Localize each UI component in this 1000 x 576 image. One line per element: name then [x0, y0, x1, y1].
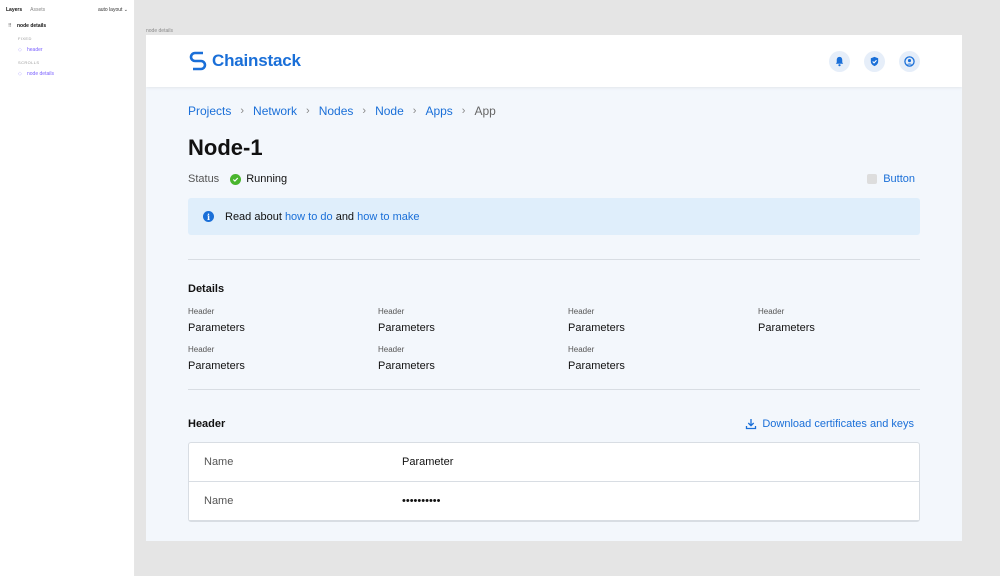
download-certificates-button[interactable]: Download certificates and keys — [745, 418, 914, 430]
details-title: Details — [188, 283, 225, 295]
notifications-button[interactable] — [829, 50, 850, 72]
download-icon — [746, 419, 757, 430]
info-text-part: Read about — [225, 210, 285, 223]
chevron-right-icon: › — [240, 105, 245, 117]
link-how-to-make[interactable]: how to make — [357, 211, 419, 223]
parameters-table: Name Parameter Name •••••••••• — [188, 442, 920, 522]
param-value: Parameter — [402, 456, 454, 468]
auto-layout-label: auto layout — [97, 7, 123, 13]
layer-header[interactable]: ◇ header — [0, 44, 134, 56]
status-label: Status — [188, 173, 220, 185]
button-label: Button — [883, 173, 915, 185]
breadcrumb-network[interactable]: Network — [253, 104, 297, 118]
detail-item: Header Parameters — [568, 345, 758, 372]
header-actions — [815, 50, 920, 72]
breadcrumb: Projects › Network › Nodes › Node › Apps… — [188, 104, 920, 118]
detail-item: Header Parameters — [188, 307, 378, 334]
breadcrumb-nodes[interactable]: Nodes — [319, 104, 354, 118]
detail-value: Parameters — [568, 322, 625, 334]
breadcrumb-apps[interactable]: Apps — [425, 104, 452, 118]
page-content: Projects › Network › Nodes › Node › Apps… — [146, 104, 962, 522]
divider — [188, 389, 920, 390]
generic-button[interactable]: Button — [867, 173, 915, 185]
shield-icon — [870, 56, 879, 66]
detail-item: Header Parameters — [378, 345, 568, 372]
detail-item: Header Parameters — [378, 307, 568, 334]
layer-node-details[interactable]: ⠿ node details — [0, 20, 134, 32]
chevron-right-icon: › — [461, 105, 466, 117]
breadcrumb-projects[interactable]: Projects — [188, 104, 231, 118]
detail-item: Header Parameters — [188, 345, 378, 372]
detail-header: Header — [758, 307, 785, 316]
user-icon — [904, 55, 915, 67]
detail-value: Parameters — [758, 322, 815, 334]
tab-layers[interactable]: Layers — [6, 7, 22, 13]
component-icon: ◇ — [18, 71, 22, 77]
layers-panel-tabs: Layers Assets auto layout ⌄ — [0, 3, 134, 17]
divider — [188, 259, 920, 260]
detail-header: Header — [378, 345, 405, 354]
section-header: Header Download certificates and keys — [188, 418, 920, 430]
download-label: Download certificates and keys — [762, 418, 914, 430]
chevron-right-icon: › — [362, 105, 367, 117]
layer-label: header — [27, 47, 43, 53]
table-row: Name Parameter — [189, 443, 919, 482]
detail-value: Parameters — [378, 360, 435, 372]
chevron-right-icon: › — [412, 105, 417, 117]
info-text-part: and — [332, 210, 358, 223]
frame-label[interactable]: node details — [146, 28, 173, 34]
button-icon — [867, 174, 878, 184]
brand-name: Chainstack — [212, 51, 301, 70]
chainstack-logo-icon — [189, 51, 207, 71]
page-title: Node-1 — [188, 135, 263, 160]
layer-section-fixed: FIXED — [18, 35, 32, 41]
grid-icon: ⠿ — [8, 23, 12, 29]
details-grid: Header Parameters Header Parameters Header… — [188, 307, 920, 372]
bell-icon — [835, 56, 844, 66]
chevron-right-icon: › — [306, 105, 310, 117]
table-row: Name •••••••••• — [189, 482, 919, 521]
breadcrumb-app: App — [474, 104, 496, 118]
detail-value: Parameters — [568, 360, 625, 372]
detail-header: Header — [188, 307, 215, 316]
detail-header: Header — [188, 345, 215, 354]
detail-item: Header Parameters — [568, 307, 758, 334]
auto-layout-dropdown[interactable]: auto layout ⌄ — [98, 7, 128, 13]
tab-assets[interactable]: Assets — [30, 7, 45, 13]
layer-section-scrolls: SCROLLS — [18, 59, 40, 65]
layer-label: node details — [17, 23, 47, 29]
component-icon: ◇ — [18, 47, 22, 53]
security-button[interactable] — [864, 50, 885, 72]
node-details-frame: Chainstack Projects › Network › Nodes › … — [146, 35, 962, 541]
info-icon: i — [203, 211, 214, 222]
layer-node-details-child[interactable]: ◇ node details — [0, 68, 134, 80]
info-text: Read about how to do and how to make — [225, 211, 419, 223]
logo[interactable]: Chainstack — [188, 51, 301, 71]
status-value: Running — [246, 173, 288, 185]
account-button[interactable] — [899, 50, 920, 72]
detail-item: Header Parameters — [758, 307, 948, 334]
layer-label: node details — [27, 71, 54, 77]
app-header: Chainstack — [146, 35, 962, 87]
check-circle-icon — [230, 173, 242, 185]
info-banner: i Read about how to do and how to make — [188, 198, 920, 235]
chevron-down-icon: ⌄ — [123, 7, 128, 13]
link-how-to-do[interactable]: how to do — [285, 211, 333, 223]
detail-value: Parameters — [188, 360, 245, 372]
breadcrumb-node[interactable]: Node — [375, 104, 404, 118]
param-name: Name — [204, 495, 234, 507]
detail-value: Parameters — [188, 322, 245, 334]
detail-header: Header — [568, 307, 595, 316]
detail-value: Parameters — [378, 322, 435, 334]
layers-panel: Layers Assets auto layout ⌄ ⠿ node detai… — [0, 0, 135, 576]
status-row: Status Running Button — [188, 173, 920, 185]
param-value-masked: •••••••••• — [402, 495, 441, 507]
section-title: Header — [188, 418, 226, 430]
param-name: Name — [204, 456, 234, 468]
detail-header: Header — [568, 345, 595, 354]
detail-header: Header — [378, 307, 405, 316]
